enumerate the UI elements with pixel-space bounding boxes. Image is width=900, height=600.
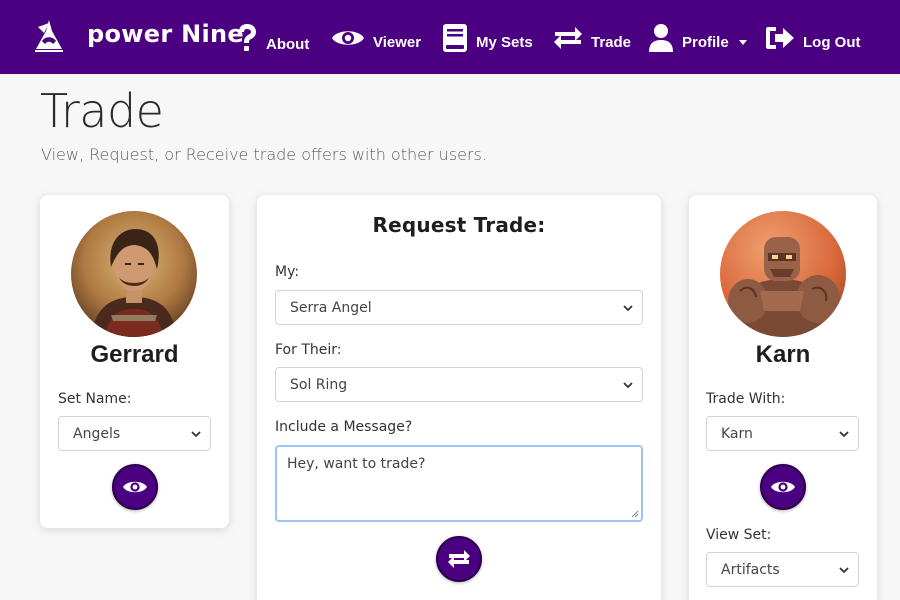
my-card-select[interactable]: Serra Angel xyxy=(275,290,643,325)
trade-partner-card: Karn Trade With: Karn View Set: Artifact… xyxy=(689,195,877,600)
exchange-icon xyxy=(554,27,582,49)
page-title: Trade xyxy=(40,84,164,138)
view-partner-button[interactable] xyxy=(760,464,806,510)
view-set-button[interactable] xyxy=(112,464,158,510)
user-icon xyxy=(649,24,673,52)
nav-profile-dropdown[interactable]: Profile xyxy=(648,22,747,54)
nav-my-sets[interactable]: My Sets xyxy=(442,22,533,54)
chevron-down-icon xyxy=(839,567,849,574)
nav-my-sets-label: My Sets xyxy=(476,33,533,51)
message-text: Hey, want to trade? xyxy=(287,456,426,472)
eye-icon xyxy=(123,481,147,493)
message-textarea[interactable]: Hey, want to trade? xyxy=(275,445,643,522)
user-name: Gerrard xyxy=(90,341,179,368)
nav-trade[interactable]: Trade xyxy=(553,22,631,54)
chevron-down-icon xyxy=(623,305,633,312)
resize-handle-icon[interactable] xyxy=(631,510,639,518)
page-subtitle: View, Request, or Receive trade offers w… xyxy=(41,145,487,164)
nav-log-out[interactable]: Log Out xyxy=(765,22,860,54)
set-name-select[interactable]: Angels xyxy=(58,416,211,451)
eye-icon xyxy=(771,481,795,493)
nav-log-out-label: Log Out xyxy=(803,33,861,51)
set-name-select-value: Angels xyxy=(73,425,121,442)
my-card-label: My: xyxy=(275,264,300,280)
eye-icon xyxy=(332,31,364,45)
sign-out-icon xyxy=(766,27,794,49)
view-set-label: View Set: xyxy=(706,527,772,543)
chevron-down-icon xyxy=(623,382,633,389)
my-card-select-value: Serra Angel xyxy=(290,299,372,316)
question-icon xyxy=(239,24,256,51)
submit-trade-button[interactable] xyxy=(436,536,482,582)
brand-name[interactable]: power Nine xyxy=(87,20,244,48)
nav-about-label: About xyxy=(266,35,310,53)
nav-about[interactable]: About xyxy=(236,22,309,54)
their-card-select[interactable]: Sol Ring xyxy=(275,367,643,402)
nav-viewer[interactable]: Viewer xyxy=(331,22,421,54)
set-name-label: Set Name: xyxy=(58,391,132,407)
chevron-down-icon xyxy=(738,39,747,45)
view-set-select-value: Artifacts xyxy=(721,561,780,578)
their-card-select-value: Sol Ring xyxy=(290,376,348,393)
nav-trade-label: Trade xyxy=(591,33,632,51)
partner-name: Karn xyxy=(755,341,811,368)
nav-profile-label: Profile xyxy=(682,33,729,51)
view-set-select[interactable]: Artifacts xyxy=(706,552,859,587)
current-user-card: Gerrard Set Name: Angels xyxy=(40,195,229,528)
planeswalker-logo-icon[interactable] xyxy=(33,19,65,53)
avatar xyxy=(71,211,197,337)
book-icon xyxy=(443,24,467,52)
exchange-icon xyxy=(448,550,470,568)
request-trade-title: Request Trade: xyxy=(372,213,546,237)
their-card-label: For Their: xyxy=(275,342,342,358)
top-navbar: power Nine About Viewer My Sets Trade Pr… xyxy=(0,0,900,74)
chevron-down-icon xyxy=(191,431,201,438)
request-trade-card: Request Trade: My: Serra Angel For Their… xyxy=(257,195,661,600)
trade-with-select-value: Karn xyxy=(721,425,753,442)
avatar xyxy=(720,211,846,337)
message-label: Include a Message? xyxy=(275,419,413,435)
trade-with-select[interactable]: Karn xyxy=(706,416,859,451)
nav-viewer-label: Viewer xyxy=(373,33,422,51)
trade-with-label: Trade With: xyxy=(706,391,786,407)
chevron-down-icon xyxy=(839,431,849,438)
